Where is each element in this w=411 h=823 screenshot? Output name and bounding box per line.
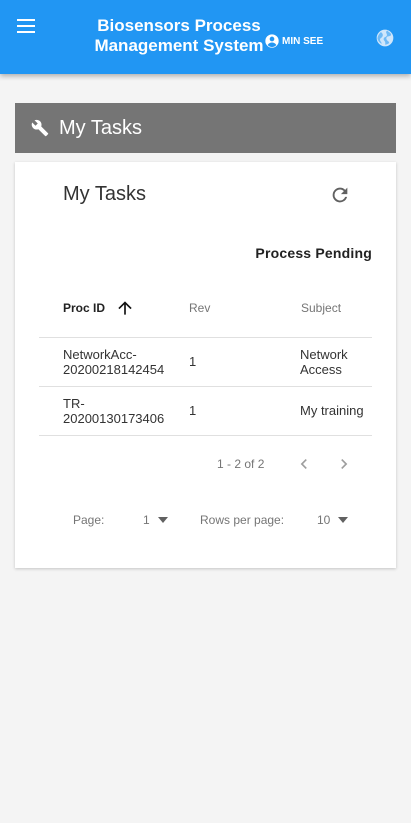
- rows-per-page-select[interactable]: 10: [313, 508, 351, 530]
- caret-down-icon: [338, 517, 348, 523]
- table-row[interactable]: TR-20200130173406 1 My training: [39, 387, 372, 435]
- app-title: Biosensors Process Management System: [94, 16, 264, 55]
- account-circle-icon: [265, 34, 279, 48]
- table-row[interactable]: NetworkAcc-20200218142454 1 Network Acce…: [39, 338, 372, 386]
- cell-rev: 1: [189, 403, 197, 418]
- wrench-icon: [31, 119, 49, 137]
- globe-icon[interactable]: [375, 28, 395, 48]
- column-header-proc-id[interactable]: Proc ID: [63, 301, 105, 315]
- rows-per-page-value: 10: [317, 513, 331, 527]
- cell-proc-id: NetworkAcc-20200218142454: [63, 347, 165, 377]
- cell-subject: Network Access: [300, 347, 348, 377]
- row-divider: [39, 435, 372, 436]
- column-header-subject[interactable]: Subject: [301, 301, 341, 315]
- chevron-right-icon[interactable]: [334, 454, 354, 474]
- menu-button[interactable]: [14, 16, 38, 36]
- page-select[interactable]: 1: [139, 508, 171, 530]
- refresh-icon[interactable]: [329, 184, 351, 206]
- page-value: 1: [143, 513, 150, 527]
- section-title: My Tasks: [59, 116, 142, 139]
- page-label: Page:: [73, 513, 105, 527]
- status-label: Process Pending: [255, 245, 372, 261]
- arrow-up-icon[interactable]: [115, 298, 135, 318]
- menu-icon: [17, 19, 35, 33]
- chevron-left-icon[interactable]: [294, 454, 314, 474]
- cell-subject: My training: [300, 403, 364, 418]
- caret-down-icon: [158, 517, 168, 523]
- tasks-card: My Tasks Process Pending Proc ID Rev Sub…: [15, 162, 396, 568]
- user-menu[interactable]: MIN SEE: [264, 33, 323, 49]
- pagination-range: 1 - 2 of 2: [217, 457, 265, 471]
- column-header-rev[interactable]: Rev: [189, 301, 210, 315]
- user-name: MIN SEE: [282, 35, 324, 47]
- app-bar: Biosensors Process Management System MIN…: [0, 0, 411, 74]
- rows-per-page-label: Rows per page:: [200, 513, 285, 527]
- cell-proc-id: TR-20200130173406: [63, 396, 165, 426]
- cell-rev: 1: [189, 354, 197, 369]
- card-title: My Tasks: [63, 183, 146, 205]
- section-header: My Tasks: [15, 103, 396, 153]
